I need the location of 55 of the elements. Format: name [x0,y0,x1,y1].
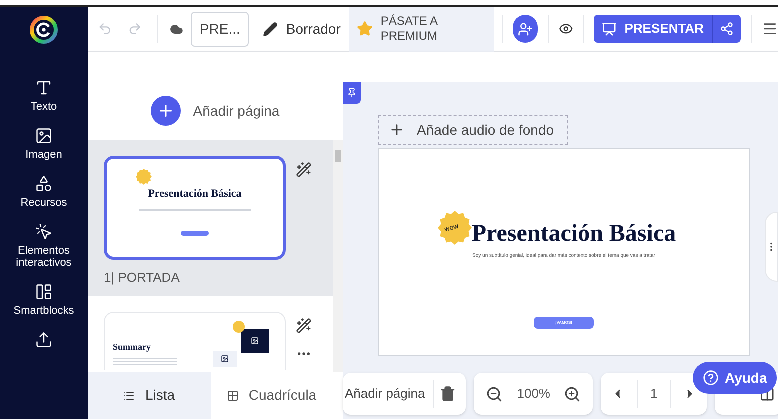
project-name-field[interactable]: PRE... [190,12,250,46]
logo-icon [30,16,58,44]
add-user-icon [518,22,533,36]
image-placeholder [241,328,269,352]
preview-icon[interactable] [558,21,573,37]
invite-button[interactable] [512,15,538,43]
pin-tab[interactable] [343,82,361,104]
upload-icon[interactable] [35,331,53,349]
zoom-out-icon[interactable] [486,386,504,402]
draft-button[interactable]: Borrador [263,18,341,40]
shapes-icon [35,175,53,193]
thumbnail-title: Summary [113,340,152,354]
page-thumbnail[interactable]: Summary [104,312,286,370]
side-handle[interactable] [765,212,778,282]
scrollbar[interactable] [333,140,343,372]
image-icon [35,127,53,145]
blocks-icon [35,283,53,301]
thumbnail-button [181,230,209,236]
trash-icon[interactable] [440,386,456,402]
slide-title: Presentación Básica [472,221,676,247]
page-item[interactable]: Summary [88,296,333,370]
magic-wand-icon[interactable] [296,318,312,334]
pointer-icon [35,223,53,241]
sticker-icon [438,211,472,245]
pencil-icon [263,22,278,36]
share-icon [720,22,734,36]
sidebar-item[interactable]: Smartblocks [2,283,86,317]
thumbnail-text-lines [113,358,177,365]
grid-icon [226,390,239,402]
premium-button[interactable]: PÁSATE A PREMIUM [348,6,494,52]
page-caption: 1| PORTADA [104,269,181,287]
letter-icon [35,79,53,97]
view-tab[interactable]: Lista [88,372,210,419]
sidebar-item[interactable]: Elementos interactivos [2,223,86,269]
plus-icon [389,122,405,138]
sidebar-item[interactable]: Imagen [2,127,86,161]
thumbnail-title: Presentación Básica [148,188,242,200]
pin-icon [347,88,357,98]
add-page-button[interactable]: Añadir página [88,82,343,140]
zoom-in-icon[interactable] [564,386,582,402]
star-icon [356,21,373,37]
help-button[interactable]: Ayuda [693,362,778,394]
page-item[interactable]: Presentación Básica 1| PORTADA [88,140,333,296]
plus-icon [151,96,182,126]
help-icon [703,370,719,386]
page-thumbnail[interactable]: Presentación Básica [104,156,286,260]
sidebar-item[interactable]: Recursos [2,175,86,209]
zoom-level: 100% [517,385,550,404]
sidebar-item[interactable]: Texto [2,79,86,113]
image-placeholder [213,350,237,366]
background-audio-button[interactable]: Añade audio de fondo [378,115,568,145]
page-number: 1 [650,385,658,404]
sticker-icon [136,168,152,184]
presentation-icon [602,22,617,36]
magic-wand-icon[interactable] [296,162,312,178]
